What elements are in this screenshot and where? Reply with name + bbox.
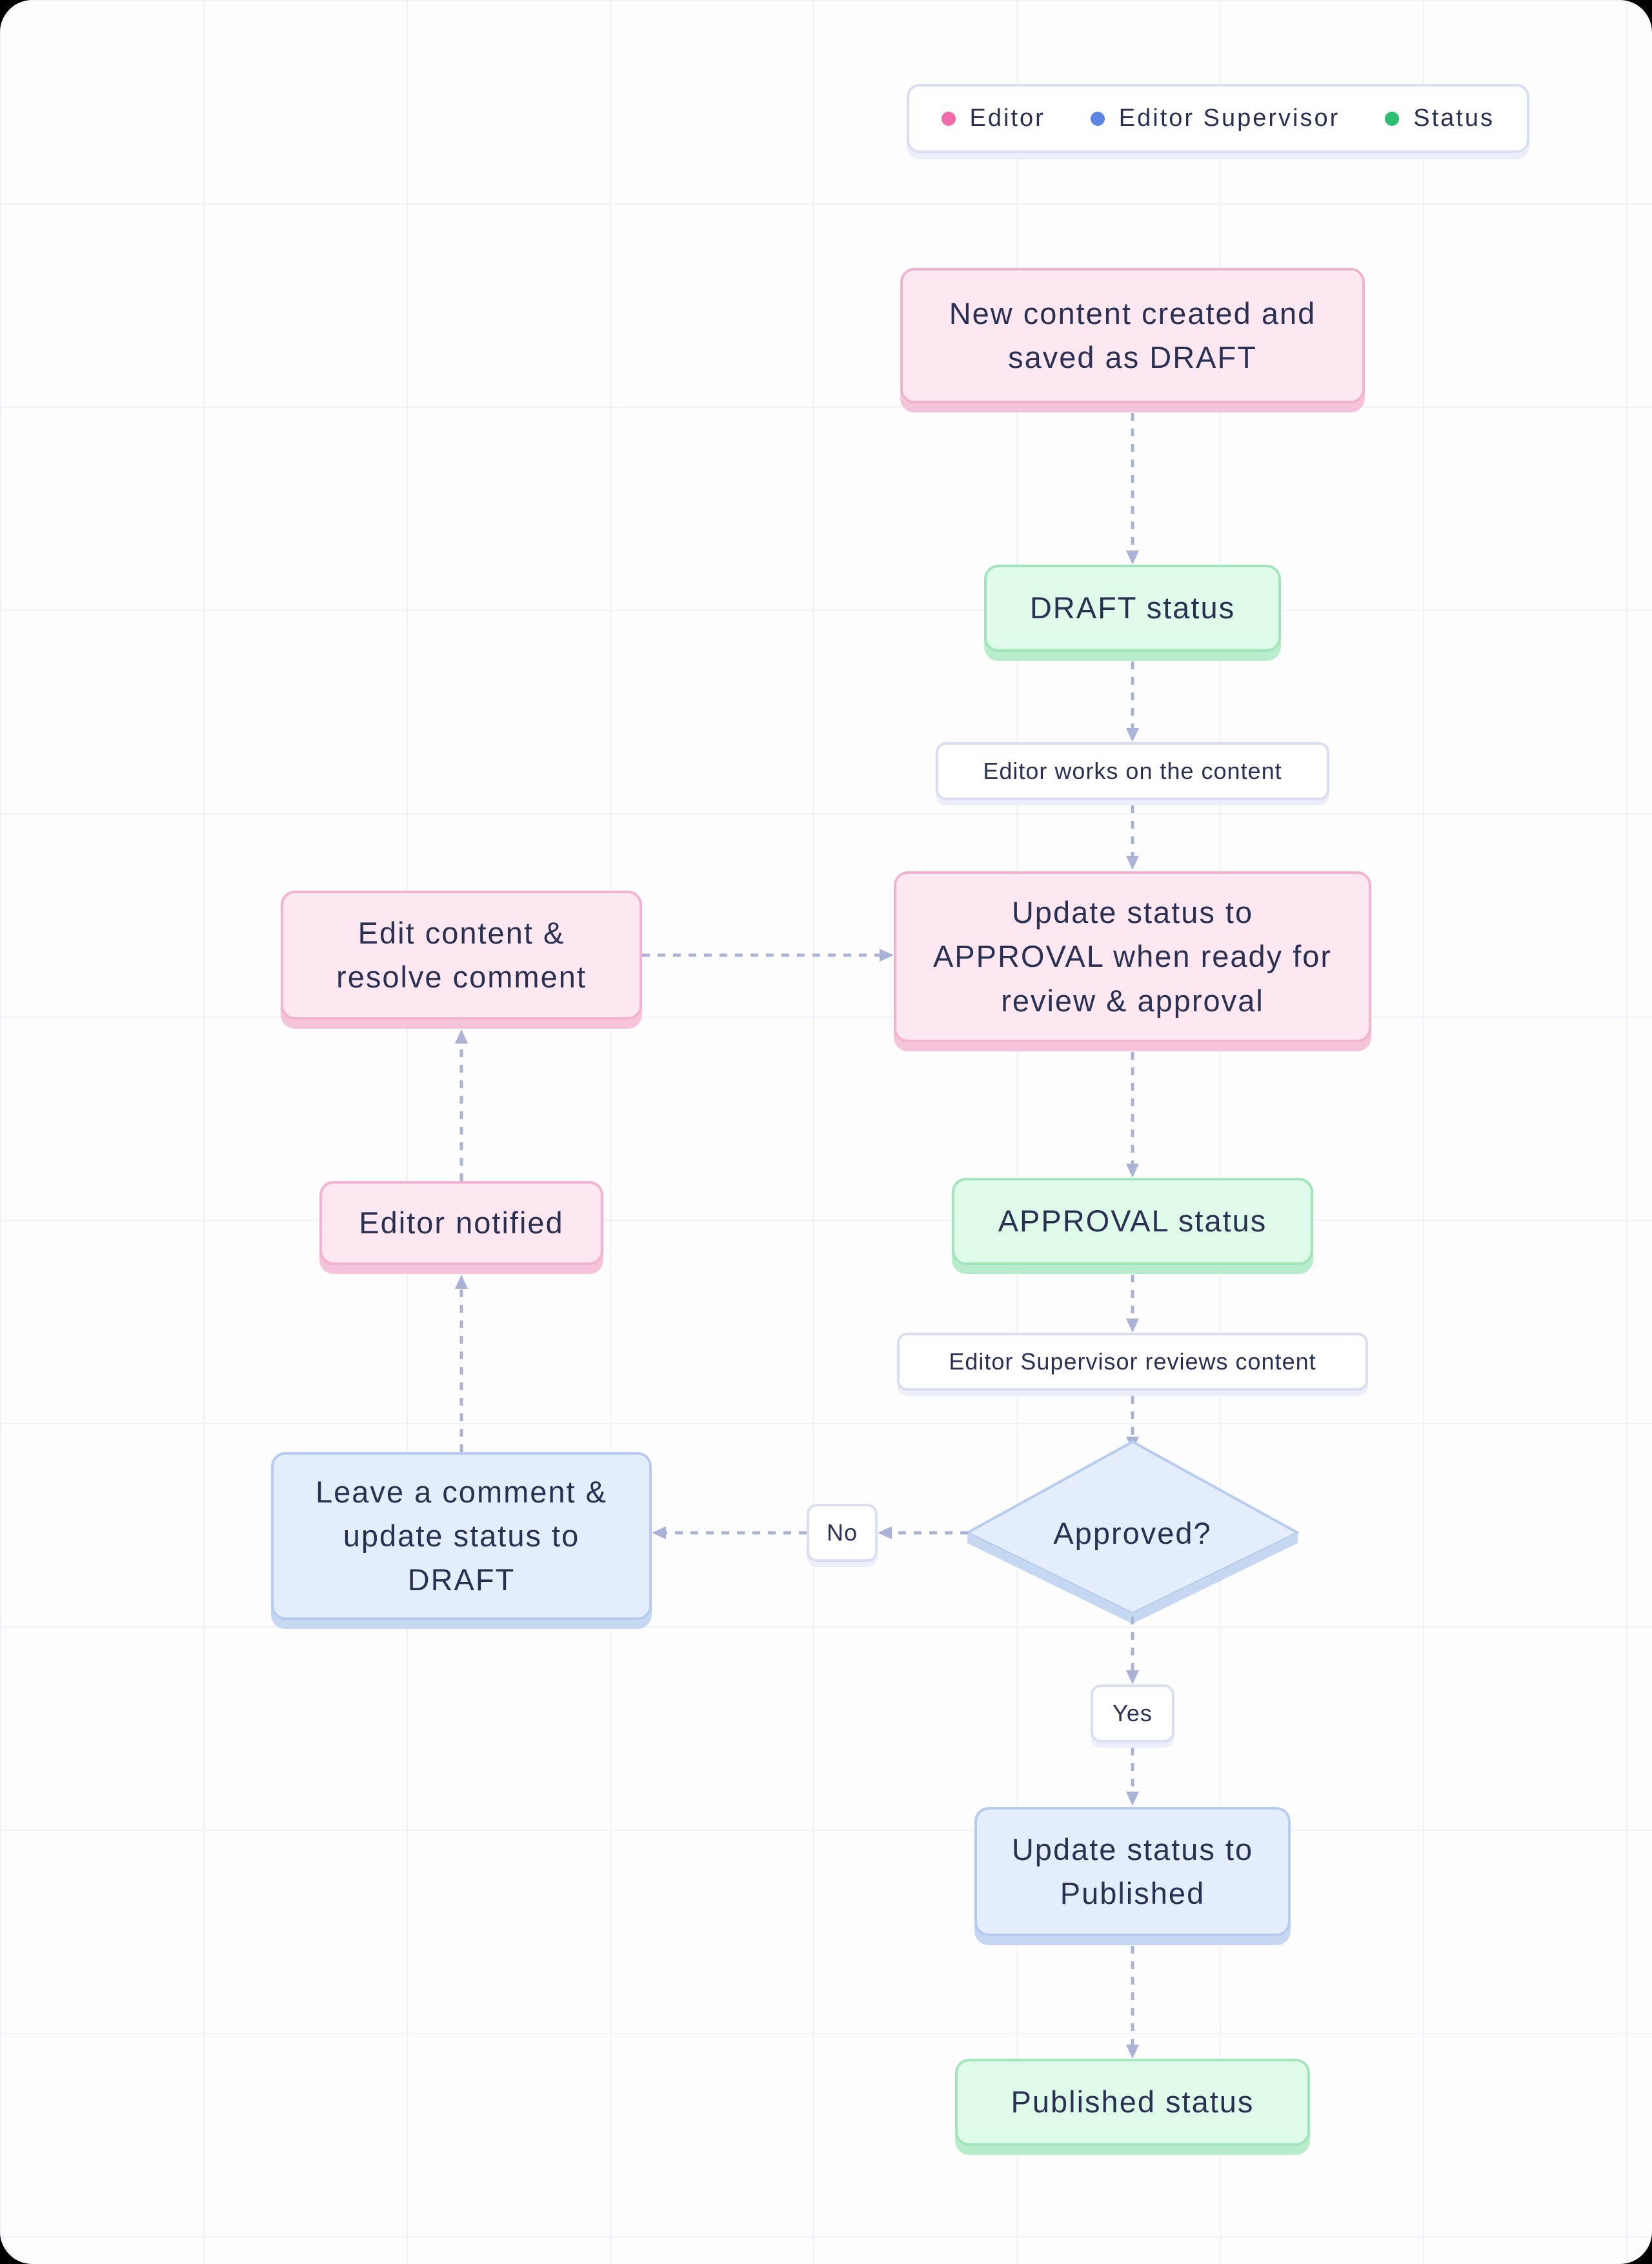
arrow-edit-to-update: [642, 949, 894, 962]
node-new-content: New content created and saved as DRAFT: [900, 268, 1365, 403]
node-update-approval: Update status to APPROVAL when ready for…: [894, 871, 1371, 1042]
node-leave-comment: Leave a comment & update status to DRAFT: [271, 1452, 652, 1620]
legend-label: Status: [1413, 105, 1495, 132]
background-grid: [0, 0, 1652, 2264]
node-text: Update status to APPROVAL when ready for…: [922, 891, 1343, 1022]
node-decision-approved: Approved?: [965, 1439, 1300, 1626]
arrow-decision-to-no: [878, 1526, 968, 1539]
arrow-approval-to-review-label: [1126, 1275, 1139, 1333]
node-published-status: Published status: [955, 2059, 1310, 2146]
arrow-yes-to-publish: [1126, 1748, 1139, 1806]
label-supervisor-reviews: Editor Supervisor reviews content: [897, 1333, 1368, 1391]
legend-item-supervisor: Editor Supervisor: [1091, 105, 1340, 132]
node-text: Leave a comment & update status to DRAFT: [299, 1470, 623, 1602]
label-yes: Yes: [1091, 1684, 1174, 1743]
legend-dot-status: [1385, 112, 1399, 126]
node-approval-status: APPROVAL status: [952, 1178, 1313, 1265]
legend-item-editor: Editor: [942, 105, 1045, 132]
arrow-update-to-approval-status: [1126, 1052, 1139, 1178]
legend: Editor Editor Supervisor Status: [907, 84, 1529, 153]
node-text: No: [827, 1516, 858, 1550]
arrow-new-to-draft: [1126, 413, 1139, 565]
legend-label: Editor Supervisor: [1119, 105, 1340, 132]
arrow-no-to-comment: [652, 1526, 807, 1539]
arrow-comment-to-notified: [455, 1275, 468, 1452]
node-text: Editor Supervisor reviews content: [949, 1345, 1316, 1379]
arrow-publish-to-published: [1126, 1946, 1139, 2059]
node-text: DRAFT status: [1030, 586, 1235, 630]
label-editor-works: Editor works on the content: [936, 742, 1329, 800]
arrow-notified-to-edit: [455, 1029, 468, 1181]
node-text: Editor notified: [359, 1201, 563, 1245]
node-text: Update status to Published: [1003, 1828, 1262, 1915]
arrow-decision-to-yes: [1126, 1617, 1139, 1684]
node-text: Yes: [1113, 1697, 1153, 1730]
node-text: Edit content & resolve comment: [309, 911, 614, 999]
node-text: APPROVAL status: [998, 1199, 1267, 1243]
arrow-label-to-approval-update: [1126, 805, 1139, 870]
legend-dot-editor: [942, 112, 956, 126]
node-text: Approved?: [1053, 1515, 1211, 1551]
flowchart-canvas: Editor Editor Supervisor Status New cont…: [0, 0, 1652, 2264]
arrow-draft-to-label: [1126, 662, 1139, 742]
node-editor-notified: Editor notified: [319, 1181, 603, 1265]
node-text: Editor works on the content: [983, 754, 1282, 788]
label-no: No: [807, 1504, 878, 1562]
legend-label: Editor: [970, 105, 1045, 132]
legend-item-status: Status: [1385, 105, 1495, 132]
node-edit-resolve: Edit content & resolve comment: [281, 891, 642, 1020]
node-text: New content created and saved as DRAFT: [929, 292, 1336, 379]
legend-dot-supervisor: [1091, 112, 1105, 126]
node-draft-status: DRAFT status: [984, 565, 1281, 652]
node-update-published: Update status to Published: [974, 1807, 1291, 1936]
node-text: Published status: [1011, 2080, 1254, 2124]
